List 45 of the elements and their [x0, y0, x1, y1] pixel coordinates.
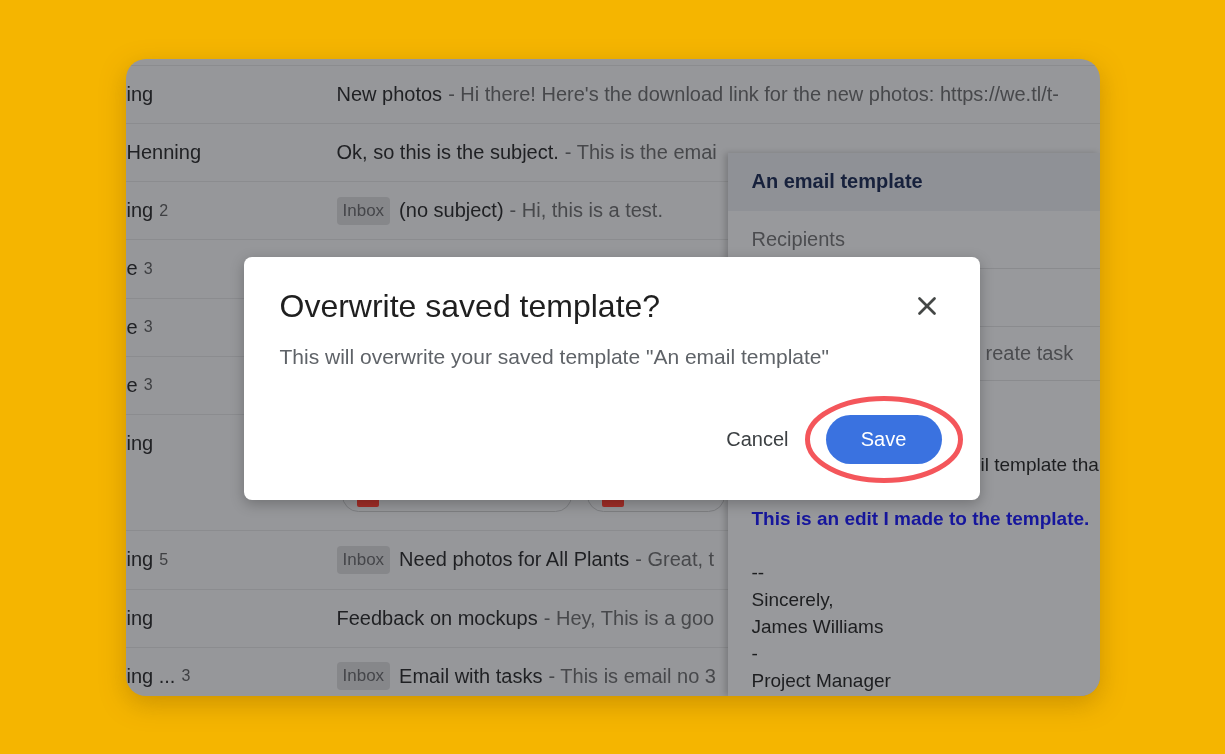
recipients-field[interactable]: Recipients	[727, 210, 1100, 268]
cancel-button[interactable]: Cancel	[726, 415, 789, 463]
dialog-message: This will overwrite your saved template "An email template"	[279, 344, 830, 369]
sender-name: ing ...	[126, 664, 176, 688]
email-subject: (no subject)	[399, 199, 504, 223]
thread-count: 3	[143, 376, 153, 395]
thread-count: 5	[159, 550, 169, 569]
save-button[interactable]: Save	[825, 414, 942, 464]
thread-count: 3	[143, 318, 153, 337]
body-text: Project Manager	[751, 668, 891, 693]
sender-name: e	[126, 257, 138, 281]
email-snippet: - Hey, This is a goo	[543, 606, 715, 630]
body-text: il template tha	[980, 452, 1099, 477]
sender-name: ing	[126, 82, 154, 106]
email-subject: New photos	[336, 82, 443, 106]
edited-text: This is an edit I made to the template.	[751, 506, 1090, 531]
sender-name: ing	[126, 548, 154, 572]
body-text: --	[751, 560, 765, 585]
body-text: Sincerely,	[751, 587, 834, 612]
sender-name: ing	[126, 606, 154, 630]
task-option-label: reate task	[985, 341, 1074, 365]
email-subject: Feedback on mockups	[336, 606, 538, 630]
thread-count: 3	[181, 667, 191, 686]
inbox-label: Inbox	[336, 662, 391, 691]
email-subject: Need photos for All Plants	[399, 548, 630, 572]
thread-count: 2	[159, 201, 169, 220]
email-snippet: - Great, t	[635, 548, 715, 572]
email-snippet: - This is the emai	[564, 140, 717, 164]
inbox-label: Inbox	[336, 196, 391, 225]
sender-name: e	[126, 374, 138, 397]
email-subject: Email with tasks	[399, 664, 543, 688]
email-snippet: - Hi, this is a test.	[509, 199, 663, 223]
email-snippet: - Hi there! Here's the download link for the new photos: https://we.tl/t-	[448, 82, 1059, 106]
sender-name: ing	[126, 199, 154, 223]
sender-name: Henning	[126, 140, 201, 164]
body-text: James Williams	[751, 614, 884, 639]
dialog-title: Overwrite saved template?	[279, 287, 661, 325]
sender-name: e	[126, 315, 138, 339]
body-text: -	[751, 641, 758, 666]
template-title: An email template	[751, 170, 923, 193]
inbox-label: Inbox	[336, 545, 391, 574]
sender-name: ing	[126, 432, 154, 456]
email-snippet: - This is email no 3	[548, 664, 716, 688]
thread-count: 3	[143, 259, 153, 278]
email-subject: Ok, so this is the subject.	[336, 140, 559, 164]
